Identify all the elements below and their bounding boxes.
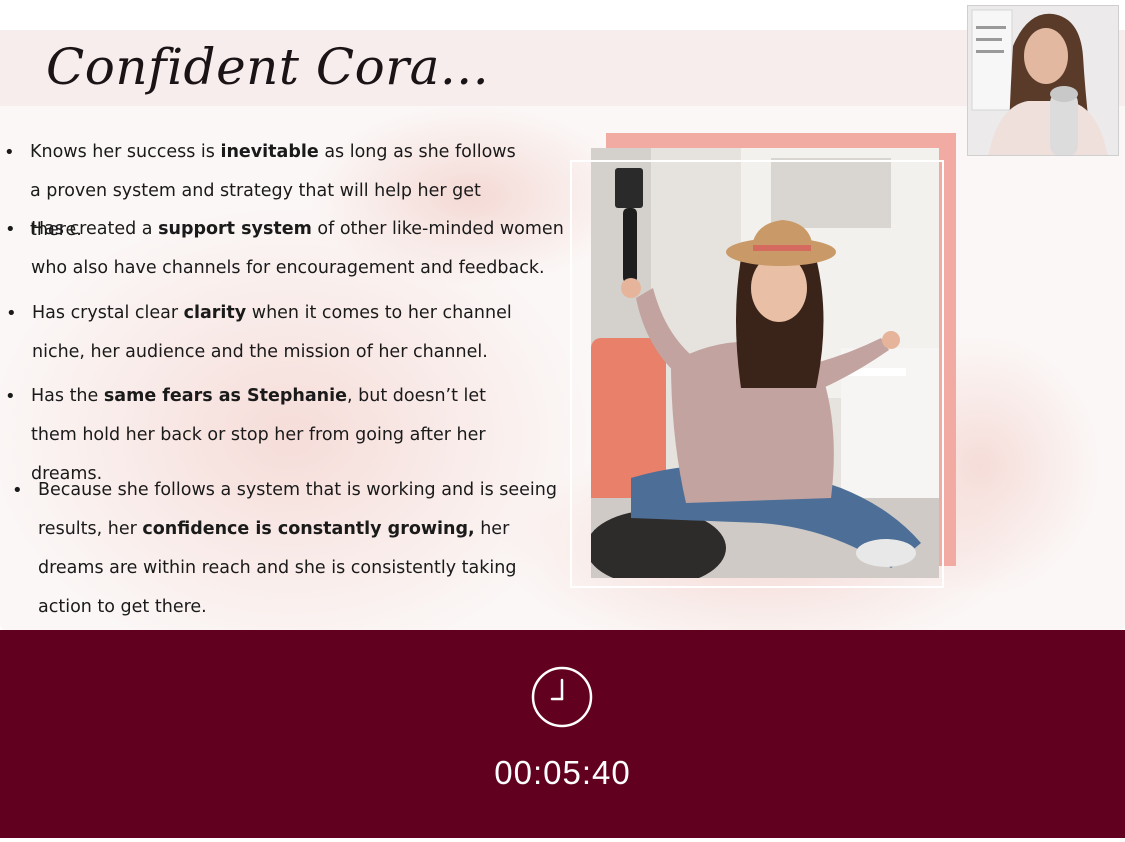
bullet-list: • Knows her success is inevitable as long… — [0, 0, 600, 630]
presentation-slide: Confident Cora... • Knows her success is … — [0, 0, 1125, 630]
bullet-dot: • — [4, 142, 15, 163]
bullet-text: Has created a — [31, 219, 159, 239]
bullet-dot: • — [6, 303, 17, 324]
bullet-text: Knows her success is — [30, 142, 221, 162]
bullet-item: • Has created a support system of other l… — [5, 210, 571, 288]
bullet-emphasis: support system — [158, 219, 312, 239]
bullet-item: • Has crystal clear clarity when it comes… — [6, 294, 512, 372]
presenter-webcam — [967, 5, 1119, 156]
timer-value: 00:05:40 — [494, 754, 631, 791]
bullet-text: Has crystal clear — [32, 303, 184, 323]
bullet-item: • Because she follows a system that is wo… — [12, 471, 568, 627]
bullet-emphasis: inevitable — [220, 142, 319, 162]
bullet-dot: • — [12, 480, 23, 501]
clock-icon — [531, 666, 593, 728]
bullet-emphasis: confidence is constantly growing, — [142, 519, 475, 539]
photo-outline — [570, 160, 944, 588]
bullet-dot: • — [5, 386, 16, 407]
bullet-emphasis: clarity — [183, 303, 247, 323]
bullet-emphasis: same fears as Stephanie — [103, 386, 347, 406]
bullet-text: Has the — [31, 386, 104, 406]
timer-bar: 00:05:40 — [0, 630, 1125, 838]
screen: Confident Cora... • Knows her success is … — [0, 0, 1125, 842]
bottom-strip — [0, 838, 1125, 842]
bullet-dot: • — [5, 219, 16, 240]
